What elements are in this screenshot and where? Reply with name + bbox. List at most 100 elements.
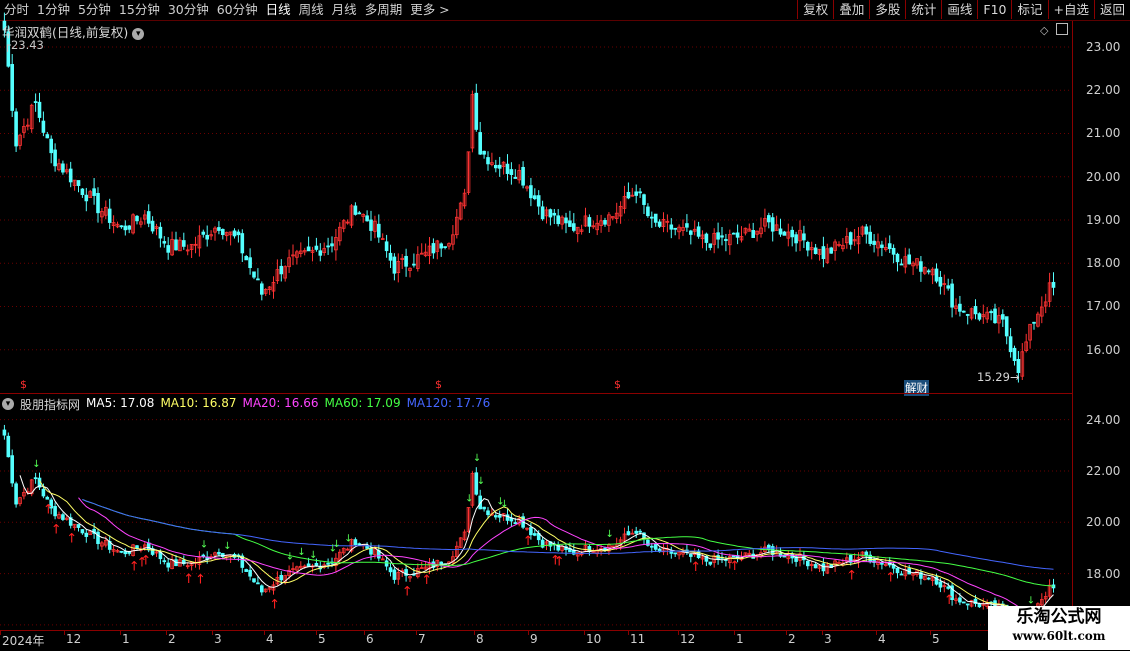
price-tick: 21.00 (1086, 126, 1121, 141)
month-tick (166, 631, 167, 635)
candle-body (201, 231, 206, 235)
candle-body (217, 227, 221, 231)
sub-candle-body (14, 483, 18, 505)
candle-body (412, 263, 416, 266)
candle-body (127, 225, 132, 230)
price-tick: 16.00 (1086, 342, 1121, 357)
month-tick (786, 631, 787, 635)
buy-arrow-icon: ↑ (195, 573, 206, 588)
candle-body (650, 216, 654, 219)
candle-body (646, 206, 650, 217)
sub-candle-body (306, 563, 311, 567)
collapse-icon[interactable] (1056, 23, 1068, 35)
candle-body (708, 243, 713, 248)
candle-body (76, 180, 81, 186)
price-axis[interactable]: 23.00 22.00 21.00 20.00 19.00 18.00 17.00 16.00… (1072, 21, 1130, 632)
month-label: 1 (736, 632, 744, 646)
sub-candle-body (938, 581, 943, 588)
month-tick (316, 631, 317, 635)
candle-body (926, 270, 931, 273)
s-marker[interactable]: $ (435, 378, 442, 391)
diamond-icon[interactable]: ◇ (1040, 24, 1048, 37)
function-button-8[interactable]: 返回 (1093, 0, 1130, 19)
candle-body (376, 223, 381, 238)
month-tick (64, 631, 65, 635)
candle-body (950, 283, 954, 308)
candle-body (767, 215, 771, 223)
sub-candle-body (958, 597, 962, 603)
candle-body (1051, 281, 1056, 288)
candle-body (80, 188, 85, 195)
settings-icon[interactable]: ▾ (2, 398, 14, 410)
watermark-url: www.60lt.com (1012, 629, 1106, 643)
candle-body (256, 278, 260, 281)
candle-body (61, 163, 65, 173)
sell-arrow-icon: ↓ (200, 540, 208, 551)
sub-price-tick: 18.00 (1086, 566, 1121, 581)
price-tick: 18.00 (1086, 256, 1121, 271)
month-tick (416, 631, 417, 635)
candle-body (240, 233, 245, 254)
candle-body (244, 256, 249, 261)
ma-label-1: MA10: 16.87 (160, 396, 237, 410)
candle-body (357, 212, 362, 215)
sell-arrow-icon: ↓ (473, 453, 481, 464)
price-tick: 22.00 (1086, 83, 1121, 98)
candle-body (603, 220, 607, 225)
sub-candle-body (895, 567, 900, 574)
candle-body (724, 239, 728, 241)
month-tick (212, 631, 213, 635)
candle-body (533, 195, 537, 200)
candle-body (689, 230, 693, 235)
candle-body (529, 185, 533, 199)
candle-body (404, 255, 408, 267)
buy-arrow-icon: ↑ (402, 585, 413, 600)
sell-arrow-icon: ↓ (500, 499, 508, 510)
candle-body (181, 240, 186, 247)
candle-body (521, 166, 525, 186)
candle-body (107, 208, 112, 223)
sub-candle-body (513, 522, 518, 525)
sub-candle-body (41, 488, 46, 497)
ma-label-3: MA60: 17.09 (324, 396, 401, 410)
sell-arrow-icon: ↓ (344, 534, 352, 545)
date-axis[interactable]: 2024年 12 1 2 3 4 5 6 7 8 9 10 11 12 1 2 3 4 5 (0, 630, 1072, 651)
candle-body (1004, 316, 1009, 337)
candle-body (572, 223, 576, 231)
sub-candle-body (252, 578, 256, 583)
indicator-title[interactable]: 股朋指标网 (20, 396, 80, 413)
sub-candle-body (123, 551, 128, 555)
sub-candle-body (813, 564, 818, 569)
candle-body (938, 276, 943, 287)
sub-candle-body (45, 496, 50, 500)
ma-label-2: MA20: 16.66 (242, 396, 319, 410)
candle-body (790, 229, 794, 238)
candle-body (431, 243, 436, 254)
candle-body (735, 232, 740, 238)
sub-candle-body (673, 552, 677, 555)
sub-candle-body (493, 515, 498, 518)
candle-body (388, 252, 393, 261)
candle-body (806, 241, 810, 251)
sub-candle-body (384, 560, 389, 567)
pane-divider[interactable] (0, 393, 1072, 394)
candle-body (158, 226, 163, 239)
buy-arrow-icon: ↑ (554, 555, 565, 570)
sell-arrow-icon: ↓ (465, 493, 473, 504)
candle-body (848, 232, 853, 245)
candle-body (564, 217, 568, 224)
sub-candle-body (279, 575, 284, 581)
chevron-down-icon[interactable]: ▾ (132, 27, 145, 40)
candle-body (782, 231, 787, 236)
candle-body (41, 120, 46, 133)
month-label: 12 (66, 632, 82, 646)
kline-chart[interactable]: ↓↑↑↑↑↑↑↑↑↓↓↑↓↓↓↓↓↓↑↑↓↓↓↓↓↑↑↑↓↑↑↑↑↑↑↑↑↓ (0, 0, 1072, 650)
candle-body (1008, 336, 1013, 353)
s-marker[interactable]: $ (614, 378, 621, 391)
candle-body (568, 220, 572, 227)
s-marker[interactable]: $ (20, 378, 27, 391)
candle-body (318, 250, 323, 256)
candle-body (236, 231, 241, 236)
sub-candle-body (256, 582, 260, 585)
sub-candle-body (53, 506, 57, 517)
